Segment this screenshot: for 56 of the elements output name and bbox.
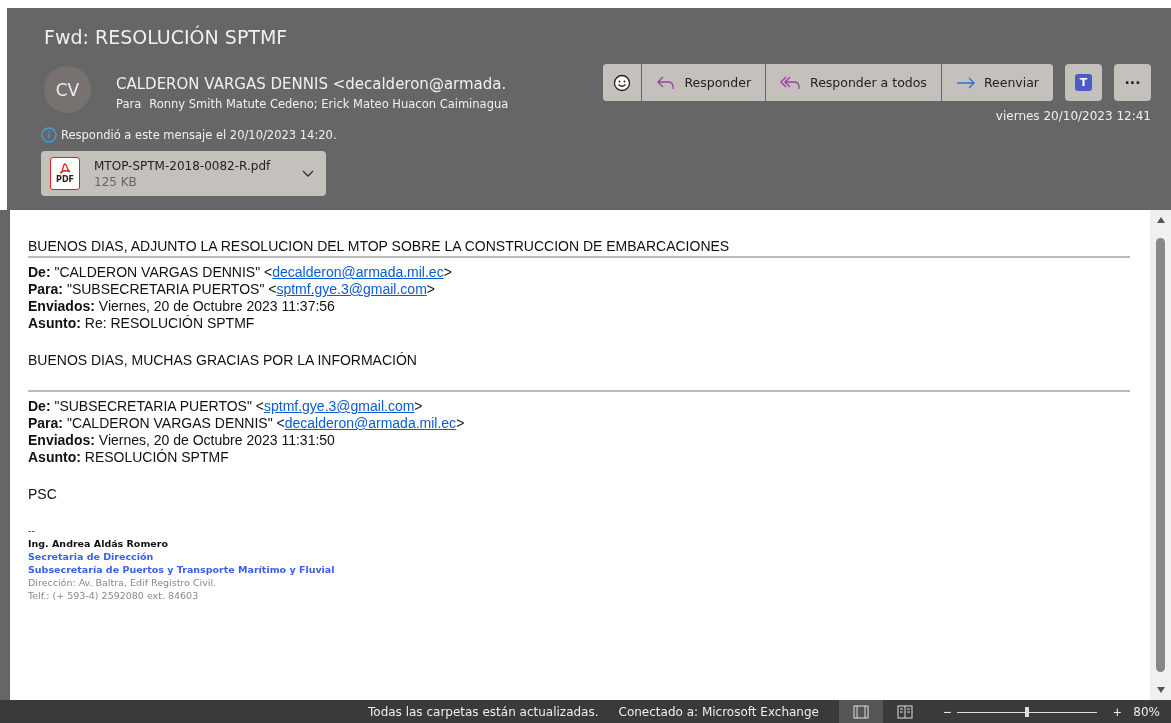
teams-icon: T bbox=[1075, 74, 1092, 91]
info-icon bbox=[41, 127, 57, 143]
forward-button[interactable]: Reenviar bbox=[940, 64, 1053, 101]
received-date: viernes 20/10/2023 12:41 bbox=[995, 109, 1151, 123]
sender[interactable]: CALDERON VARGAS DENNIS <decalderon@armada. bbox=[116, 75, 604, 93]
page-view-icon bbox=[852, 704, 869, 719]
signature-line: Secretaria de Dirección bbox=[28, 550, 155, 563]
more-button[interactable]: ··· bbox=[1114, 64, 1151, 101]
header-line: Para: "SUBSECRETARIA PUERTOS" <sptmf.gye.3@gmail.com> bbox=[28, 281, 436, 298]
body-text: BUENOS DIAS, ADJUNTO LA RESOLUCION DEL MTOP SOBRE LA CONSTRUCCION DE EMBARCACIONES bbox=[28, 238, 731, 254]
email-link[interactable]: decalderon@armada.mil.ec bbox=[272, 264, 444, 280]
attachment-name: MTOP-SPTM-2018-0082-R.pdf bbox=[94, 158, 272, 173]
header-line: Para: "CALDERON VARGAS DENNIS" <decalderon@armada.mil.ec> bbox=[28, 415, 466, 432]
to-label: Para bbox=[116, 97, 142, 111]
body-text: BUENOS DIAS, MUCHAS GRACIAS POR LA INFORMACIÓN bbox=[28, 352, 418, 368]
zoom-in-button[interactable]: + bbox=[1107, 703, 1128, 720]
smiley-icon bbox=[613, 73, 632, 92]
book-icon bbox=[896, 704, 913, 719]
pdf-icon: PDF bbox=[50, 157, 80, 190]
signature-line: Dirección: Av. Baltra, Edif Registro Civil. bbox=[28, 576, 218, 589]
header-line: De: "CALDERON VARGAS DENNIS" <decalderon@armada.mil.ec> bbox=[28, 264, 453, 281]
teams-button[interactable]: T bbox=[1065, 64, 1102, 101]
status-text: Todas las carpetas están actualizadas. bbox=[368, 704, 599, 719]
header-line: De: "SUBSECRETARIA PUERTOS" <sptmf.gye.3@gmail.com> bbox=[28, 398, 424, 415]
zoom-level: 80% bbox=[1133, 704, 1160, 719]
attachment[interactable]: PDF MTOP-SPTM-2018-0082-R.pdf 125 KB bbox=[41, 151, 326, 196]
scrollbar-thumb[interactable] bbox=[1156, 238, 1165, 672]
header-line: Asunto: Re: RESOLUCIÓN SPTMF bbox=[28, 315, 256, 332]
zoom-slider[interactable] bbox=[957, 704, 1098, 719]
signature-line: Telf.: (+ 593-4) 2592080 ext. 84603 bbox=[28, 589, 200, 602]
scrollbar[interactable] bbox=[1150, 210, 1171, 700]
forward-icon bbox=[955, 75, 976, 90]
email-link[interactable]: sptmf.gye.3@gmail.com bbox=[263, 398, 415, 414]
header-line: Enviados: Viernes, 20 de Octubre 2023 11:31:50 bbox=[28, 432, 336, 449]
status-text: Conectado a: Microsoft Exchange bbox=[618, 704, 819, 719]
recipients: Ronny Smith Matute Cedeno; Erick Mateo Huacon Caiminagua bbox=[149, 97, 509, 111]
zoom-slider-thumb[interactable] bbox=[1025, 706, 1030, 717]
reply-notice: Respondió a este mensaje el 20/10/2023 14:20. bbox=[61, 128, 337, 142]
normal-view-button[interactable] bbox=[838, 700, 883, 723]
email-link[interactable]: decalderon@armada.mil.ec bbox=[284, 415, 457, 431]
signature-line: Ing. Andrea Aldás Romero bbox=[28, 537, 169, 550]
header-line: Enviados: Viernes, 20 de Octubre 2023 11:37:56 bbox=[28, 298, 336, 315]
signature-line: Subsecretaría de Puertos y Transporte Marítimo y Fluvial bbox=[28, 563, 336, 576]
chevron-down-icon bbox=[302, 169, 314, 178]
message-subject: Fwd: RESOLUCIÓN SPTMF bbox=[44, 26, 289, 48]
signature-line: -- bbox=[28, 524, 36, 537]
email-link[interactable]: sptmf.gye.3@gmail.com bbox=[276, 281, 427, 297]
zoom-out-button[interactable]: − bbox=[936, 703, 958, 720]
scroll-down-icon[interactable] bbox=[1155, 686, 1166, 694]
body-text: PSC bbox=[28, 486, 58, 502]
attachment-size: 125 KB bbox=[94, 174, 138, 189]
scroll-up-icon[interactable] bbox=[1155, 216, 1166, 224]
header-line: Asunto: RESOLUCIÓN SPTMF bbox=[28, 449, 230, 466]
reply-icon bbox=[656, 74, 677, 91]
reply-all-icon bbox=[780, 74, 803, 91]
avatar: CV bbox=[44, 66, 91, 113]
